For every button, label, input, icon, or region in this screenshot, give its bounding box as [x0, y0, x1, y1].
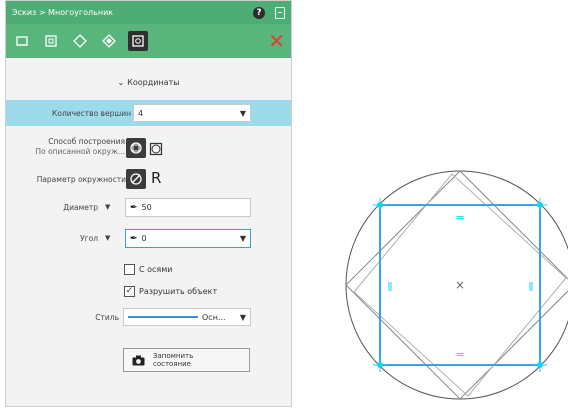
style-select[interactable]: Осн... ▼ [123, 308, 251, 326]
panel-pin-icon[interactable] [275, 6, 285, 19]
pin-icon[interactable]: ✒ [130, 234, 138, 244]
center-point-mark: × [455, 278, 465, 292]
with-axes-checkbox[interactable] [124, 264, 135, 275]
diameter-dropdown-icon[interactable]: ▼ [105, 203, 110, 211]
radius-mode-button[interactable]: R [151, 169, 161, 187]
diameter-input[interactable]: ✒ 50 [125, 198, 251, 217]
equal-constraint-bottom: = [455, 348, 464, 361]
construction-label-line1: Способ построения [48, 137, 125, 146]
panel-title: Эскиз > Многоугольник [12, 8, 114, 17]
panel-titlebar: Эскиз > Многоугольник ? [6, 1, 291, 24]
angle-input[interactable]: ✒ 0 ▼ [125, 229, 251, 248]
pin-icon[interactable]: ✒ [130, 203, 138, 213]
diameter-value: 50 [141, 203, 152, 212]
diameter-mode-icon[interactable] [126, 169, 146, 189]
diameter-label: Диаметр [63, 203, 98, 212]
destroy-object-checkbox[interactable]: ✓ [124, 286, 135, 297]
square-tool-icon[interactable] [12, 31, 32, 51]
vertex-count-label: Количество вершин [52, 109, 131, 118]
line-style-preview [128, 316, 198, 318]
dropdown-arrow-icon: ▼ [239, 234, 246, 243]
construction-label-line2: По описанной окруж... [35, 147, 125, 156]
equal-constraint-top: = [455, 211, 464, 224]
panel-toolbar: ✕ [6, 24, 291, 58]
section-title: Координаты [127, 78, 180, 87]
style-value: Осн... [202, 312, 226, 322]
vertex-count-select[interactable]: 4 ▼ [133, 104, 251, 122]
help-icon[interactable]: ? [253, 6, 265, 19]
circumscribed-circle-icon[interactable] [126, 138, 146, 158]
parallel-constraint-left: ǁ [388, 281, 393, 292]
save-state-label-line1: Запомнить [153, 352, 194, 360]
dropdown-arrow-icon: ▼ [239, 108, 246, 118]
section-header-coordinates[interactable]: ⌄ Координаты [6, 78, 291, 87]
with-axes-label: С осями [139, 265, 173, 274]
diamond-fill-tool-icon[interactable] [99, 31, 119, 51]
destroy-object-label: Разрушить объект [139, 287, 218, 296]
angle-label: Угол [80, 234, 98, 243]
vertex-count-value: 4 [138, 108, 144, 118]
angle-value: 0 [141, 234, 147, 243]
close-icon[interactable]: ✕ [268, 31, 285, 51]
chevron-down-icon: ⌄ [117, 78, 125, 87]
polygon-settings-tool-icon[interactable] [128, 31, 148, 51]
camera-icon [132, 351, 145, 370]
sketch-canvas[interactable]: = = ǁ ǁ × [330, 150, 568, 407]
circle-param-label: Параметр окружности [36, 175, 126, 184]
angle-dropdown-icon[interactable]: ▼ [105, 234, 110, 242]
polygon-panel: Эскиз > Многоугольник ? ✕ ⌄ Координаты Ко… [5, 0, 292, 407]
save-state-button[interactable]: Запомнить состояние [123, 348, 250, 372]
style-label: Стиль [95, 313, 119, 322]
inscribed-square-tool-icon[interactable] [41, 31, 61, 51]
parallel-constraint-right: ǁ [529, 281, 534, 292]
panel-content: ⌄ Координаты Количество вершин 4 ▼ Способ… [6, 58, 291, 408]
save-state-label-line2: состояние [153, 360, 191, 368]
dropdown-arrow-icon: ▼ [239, 312, 246, 322]
inscribed-circle-icon[interactable] [149, 141, 163, 160]
diamond-tool-icon[interactable] [70, 31, 90, 51]
